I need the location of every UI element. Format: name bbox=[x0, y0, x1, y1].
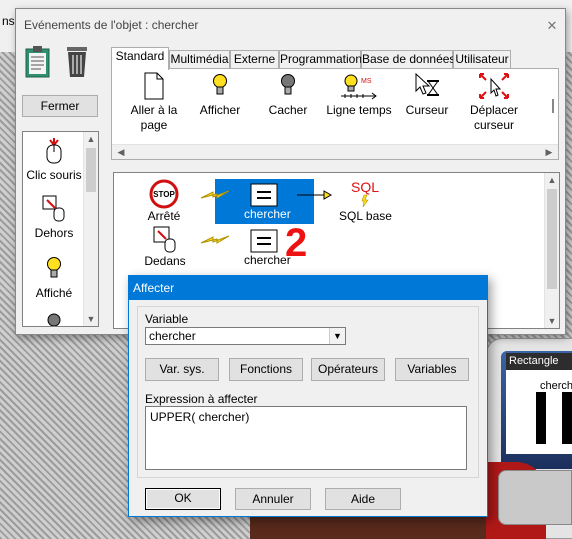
action-label: Aller à la bbox=[130, 103, 178, 117]
svg-text:MS: MS bbox=[361, 78, 372, 85]
tab-standard[interactable]: Standard bbox=[111, 47, 169, 70]
action-hide[interactable]: Cacher bbox=[262, 71, 314, 118]
help-button[interactable]: Aide bbox=[325, 488, 401, 510]
action-label: Curseur bbox=[405, 103, 449, 117]
tab-programmation[interactable]: Programmation bbox=[279, 50, 362, 69]
actions-panel: Aller à la page Afficher Cacher MS Ligne… bbox=[111, 68, 559, 160]
mini-window-text: cherch bbox=[540, 380, 572, 392]
action-partial bbox=[552, 99, 560, 113]
keyboard-illustration bbox=[498, 470, 572, 525]
event-mouse-out[interactable]: Dehors bbox=[23, 194, 85, 240]
node-label: chercher bbox=[244, 207, 291, 221]
expression-label: Expression à affecter bbox=[145, 392, 258, 406]
action-show[interactable]: Afficher bbox=[194, 71, 246, 118]
action-label: Ligne temps bbox=[326, 103, 392, 117]
clipboard-icon[interactable] bbox=[25, 45, 50, 78]
window-title: Evénements de l'objet : chercher bbox=[24, 18, 199, 32]
mouse-out-icon bbox=[42, 195, 65, 222]
action-label: Afficher bbox=[199, 103, 241, 117]
operators-button[interactable]: Opérateurs bbox=[311, 358, 385, 381]
event-label: Affiché bbox=[35, 286, 73, 300]
scroll-up-icon[interactable]: ▲ bbox=[545, 173, 559, 187]
page-icon bbox=[144, 72, 164, 100]
close-button[interactable]: Fermer bbox=[22, 95, 98, 117]
tab-utilisateur[interactable]: Utilisateur bbox=[453, 50, 511, 69]
cancel-button[interactable]: Annuler bbox=[235, 488, 311, 510]
scroll-down-icon[interactable]: ▼ bbox=[84, 312, 98, 326]
variables-button[interactable]: Variables bbox=[395, 358, 469, 381]
tab-multimedia[interactable]: Multimédia bbox=[169, 50, 230, 69]
event-shown[interactable]: Affiché bbox=[23, 256, 85, 300]
event-label: Dehors bbox=[34, 226, 74, 240]
scroll-down-icon[interactable]: ▼ bbox=[545, 314, 559, 328]
node-label: Arrêté bbox=[147, 209, 181, 223]
variable-select-value: chercher bbox=[149, 329, 196, 343]
action-label-2: curseur bbox=[473, 118, 514, 132]
step-number: 2 bbox=[285, 221, 308, 265]
expression-field[interactable]: UPPER( chercher) bbox=[145, 406, 467, 470]
background-app-text: ns bbox=[2, 14, 15, 28]
canvas-scrollbar[interactable]: ▲ ▼ bbox=[544, 173, 559, 328]
node-assign[interactable]: chercher bbox=[244, 229, 291, 267]
functions-button[interactable]: Fonctions bbox=[229, 358, 303, 381]
var-sys-button[interactable]: Var. sys. bbox=[145, 358, 219, 381]
sql-text: SQL bbox=[351, 179, 379, 195]
stop-text: STOP bbox=[153, 190, 175, 199]
action-label: Déplacer bbox=[469, 103, 519, 117]
dialog-title: Affecter bbox=[129, 276, 487, 300]
lightning-icon bbox=[200, 190, 230, 199]
scrollbar-thumb[interactable] bbox=[547, 189, 557, 289]
node-label: Dedans bbox=[144, 254, 186, 268]
trash-icon[interactable] bbox=[65, 45, 89, 78]
move-cursor-icon bbox=[479, 73, 509, 99]
node-sql-base[interactable]: SQL SQL base bbox=[339, 179, 392, 223]
bulb-on-icon bbox=[213, 74, 227, 95]
scrollbar-thumb[interactable] bbox=[86, 148, 96, 192]
bulb-on-icon bbox=[47, 257, 61, 278]
action-move-cursor[interactable]: Déplacer curseur bbox=[464, 71, 524, 133]
scroll-right-icon[interactable]: ▶ bbox=[542, 145, 556, 159]
scroll-up-icon[interactable]: ▲ bbox=[84, 132, 98, 146]
tab-base-de-donnees[interactable]: Base de données bbox=[361, 50, 455, 69]
event-click[interactable]: Clic souris bbox=[23, 136, 85, 182]
action-label-2: page bbox=[140, 118, 168, 132]
ok-button[interactable]: OK bbox=[145, 488, 221, 510]
mini-window-title: Rectangle bbox=[506, 353, 572, 370]
action-cursor[interactable]: Curseur bbox=[402, 71, 452, 118]
equals-icon bbox=[250, 183, 278, 207]
mini-window-pattern bbox=[536, 392, 572, 444]
mouse-click-icon bbox=[46, 138, 62, 164]
lightning-icon bbox=[200, 235, 230, 244]
chevron-down-icon[interactable]: ▼ bbox=[329, 328, 345, 344]
actions-hscrollbar[interactable]: ◀ ▶ bbox=[112, 144, 558, 159]
close-icon[interactable]: ✕ bbox=[545, 19, 559, 33]
timeline-icon: MS bbox=[341, 74, 377, 100]
equals-icon bbox=[250, 229, 278, 253]
mouse-in-icon bbox=[153, 226, 176, 253]
event-label: Clic souris bbox=[26, 168, 82, 182]
variable-label: Variable bbox=[145, 312, 189, 326]
node-inside[interactable]: Dedans bbox=[144, 226, 186, 268]
node-assign-selected[interactable]: chercher bbox=[244, 183, 291, 221]
bulb-off-icon bbox=[281, 74, 295, 95]
arrow-right-icon bbox=[297, 190, 332, 200]
node-label: chercher bbox=[244, 253, 291, 267]
cursor-hourglass-icon bbox=[415, 72, 439, 96]
action-timeline[interactable]: MS Ligne temps bbox=[326, 71, 392, 118]
action-label: Cacher bbox=[268, 103, 308, 117]
variable-select[interactable]: chercher ▼ bbox=[145, 327, 346, 345]
events-scrollbar[interactable]: ▲ ▼ bbox=[83, 132, 98, 326]
affecter-dialog: Affecter Variable chercher ▼ Var. sys. F… bbox=[128, 275, 488, 517]
sql-icon: SQL bbox=[351, 179, 379, 208]
scroll-left-icon[interactable]: ◀ bbox=[114, 145, 128, 159]
tab-externe[interactable]: Externe bbox=[230, 50, 279, 69]
event-hidden[interactable] bbox=[23, 312, 85, 330]
bulb-off-icon bbox=[47, 313, 61, 327]
events-list: Clic souris Dehors Affiché ▲ ▼ bbox=[22, 131, 99, 327]
node-stopped[interactable]: STOP Arrêté bbox=[144, 179, 184, 223]
node-label: SQL base bbox=[339, 209, 392, 223]
stop-icon: STOP bbox=[149, 179, 179, 209]
action-goto-page[interactable]: Aller à la page bbox=[126, 71, 182, 133]
